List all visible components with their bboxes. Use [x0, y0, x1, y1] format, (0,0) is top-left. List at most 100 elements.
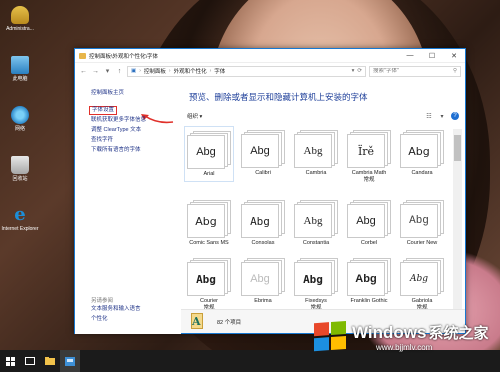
- font-name: Calibri: [255, 170, 271, 176]
- windows-logo-icon: [314, 320, 348, 353]
- view-dropdown-icon[interactable]: ▾: [437, 113, 447, 120]
- refresh-icon[interactable]: ⟳: [357, 68, 362, 74]
- font-file-icon: Abg: [187, 200, 231, 238]
- font-settings-link[interactable]: 字体设置: [89, 106, 118, 115]
- font-tile-consolas[interactable]: Abg Consolas: [238, 196, 288, 247]
- font-tile-ebrima[interactable]: Abg Ebrima: [238, 254, 288, 305]
- search-icon[interactable]: ⚲: [453, 68, 457, 74]
- vertical-scrollbar[interactable]: [453, 129, 462, 325]
- font-file-icon: Abg: [400, 200, 444, 238]
- breadcrumb-appearance[interactable]: 外观和个性化: [174, 67, 207, 75]
- font-name: Cambria: [305, 170, 327, 176]
- maximize-button[interactable]: ☐: [421, 49, 443, 63]
- forward-button[interactable]: →: [91, 68, 100, 75]
- font-name: Courier New: [406, 240, 438, 246]
- desktop-icon-network[interactable]: 网络: [0, 106, 40, 132]
- font-tile-cambria[interactable]: Abg Cambria: [291, 126, 341, 177]
- desktop-icon-label: 回收站: [12, 176, 28, 182]
- font-style: 常规: [363, 176, 375, 183]
- font-file-icon: Abg: [400, 130, 444, 168]
- control-panel-icon: ▣: [131, 68, 137, 74]
- start-button[interactable]: [0, 350, 20, 372]
- font-file-icon: Abg: [294, 200, 338, 238]
- find-character-link[interactable]: 查找字符: [91, 137, 113, 144]
- font-tile-fixedsys[interactable]: Abg Fixedsys 常规: [291, 254, 341, 311]
- font-file-icon: Ïrě: [347, 130, 391, 168]
- file-explorer-icon: [45, 357, 55, 365]
- window-titlebar[interactable]: 控制面板\外观和个性化\字体 — ☐ ✕: [75, 49, 465, 63]
- folder-icon: [79, 52, 86, 59]
- back-button[interactable]: ←: [79, 68, 88, 75]
- font-file-icon: Abg: [347, 200, 391, 238]
- address-bar[interactable]: ▣ › 控制面板 › 外观和个性化 › 字体 ▾ ⟳: [127, 65, 366, 77]
- network-icon: [11, 106, 29, 124]
- font-tile-comic-sans[interactable]: Abg Comic Sans MS: [184, 196, 234, 247]
- desktop-icon-ie[interactable]: e Internet Explorer: [0, 204, 40, 233]
- command-bar: 组织 ▾ ☷ ▾ ?: [181, 110, 465, 122]
- font-tile-franklin-gothic[interactable]: Abg Franklin Gothic: [344, 254, 394, 305]
- cleartype-link[interactable]: 调整 ClearType 文本: [91, 127, 141, 134]
- minimize-button[interactable]: —: [399, 49, 421, 63]
- address-row: ← → ▾ ↑ ▣ › 控制面板 › 外观和个性化 › 字体 ▾ ⟳ ⚲: [75, 63, 465, 79]
- scrollbar-thumb[interactable]: [454, 135, 461, 161]
- font-file-icon: Abg: [187, 258, 231, 296]
- get-font-info-online-link[interactable]: 联机获取更多字体信息: [91, 117, 146, 124]
- font-tile-cambria-math[interactable]: Ïrě Cambria Math 常规: [344, 126, 394, 183]
- font-tile-courier[interactable]: Abg Courier 常规: [184, 254, 234, 311]
- font-tile-courier-new[interactable]: Abg Courier New: [397, 196, 447, 247]
- breadcrumb-control-panel[interactable]: 控制面板: [144, 67, 166, 75]
- desktop-icon-user[interactable]: Administra...: [0, 6, 40, 32]
- font-file-icon: Abg: [241, 200, 285, 238]
- task-view-button[interactable]: [20, 350, 40, 372]
- text-services-link[interactable]: 文本服务和输入语言: [91, 306, 141, 313]
- font-file-icon: Abg: [241, 258, 285, 296]
- window-title: 控制面板\外观和个性化\字体: [89, 53, 159, 60]
- search-box[interactable]: ⚲: [369, 65, 461, 77]
- desktop-icon-label: 此电脑: [12, 76, 28, 82]
- font-name: Consolas: [251, 240, 275, 246]
- font-tile-arial[interactable]: Abg Arial: [184, 126, 234, 182]
- watermark-brand: Windows 系统之家: [352, 323, 489, 343]
- personalization-link[interactable]: 个性化: [91, 316, 108, 323]
- watermark-url: www.bjjmlv.com: [376, 343, 433, 352]
- breadcrumb-fonts[interactable]: 字体: [214, 67, 225, 75]
- control-panel-taskbar-button[interactable]: [60, 350, 80, 372]
- control-panel-home-link[interactable]: 控制面板主页: [91, 88, 124, 96]
- file-explorer-taskbar-button[interactable]: [40, 350, 60, 372]
- font-file-icon: Abg: [400, 258, 444, 296]
- fonts-folder-icon: A: [189, 312, 203, 331]
- download-fonts-link[interactable]: 下载所有语言的字体: [91, 147, 141, 154]
- font-file-icon: Abg: [187, 131, 231, 169]
- organize-menu[interactable]: 组织 ▾: [187, 112, 202, 120]
- item-count: 82 个项目: [217, 319, 242, 326]
- desktop-icon-label: Internet Explorer: [1, 226, 39, 232]
- watermark: Windows 系统之家 www.bjjmlv.com: [314, 320, 489, 353]
- font-tile-corbel[interactable]: Abg Corbel: [344, 196, 394, 247]
- close-button[interactable]: ✕: [443, 49, 465, 63]
- up-button[interactable]: ↑: [115, 68, 124, 75]
- see-also-heading: 另请参阅: [91, 298, 114, 304]
- font-file-icon: Abg: [347, 258, 391, 296]
- recent-locations-button[interactable]: ▾: [103, 67, 112, 75]
- windows-logo-icon: [5, 356, 15, 366]
- desktop-icon-recycle-bin[interactable]: 回收站: [0, 156, 40, 182]
- help-icon[interactable]: ?: [451, 112, 459, 120]
- font-tile-candara[interactable]: Abg Candara: [397, 126, 447, 177]
- font-grid: Abg Arial Abg Calibri Abg Cambria Ïrě Ca…: [183, 126, 453, 334]
- search-input[interactable]: [373, 68, 453, 74]
- task-view-icon: [25, 357, 35, 365]
- font-name: Corbel: [360, 240, 378, 246]
- font-name: Candara: [411, 170, 433, 176]
- desktop-icon-computer[interactable]: 此电脑: [0, 56, 40, 82]
- address-dropdown-icon[interactable]: ▾: [352, 68, 355, 74]
- font-name: Arial: [203, 171, 215, 177]
- view-options-icon[interactable]: ☷: [424, 113, 434, 120]
- font-name: Constantia: [302, 240, 330, 246]
- font-tile-calibri[interactable]: Abg Calibri: [238, 126, 288, 177]
- internet-explorer-icon: e: [14, 204, 26, 225]
- font-tile-gabriola[interactable]: Abg Gabriola 常规: [397, 254, 447, 311]
- computer-icon: [11, 56, 29, 74]
- font-file-icon: Abg: [241, 130, 285, 168]
- left-pane: 控制面板主页 字体设置 联机获取更多字体信息 调整 ClearType 文本 查…: [75, 80, 181, 334]
- font-tile-constantia[interactable]: Abg Constantia: [291, 196, 341, 247]
